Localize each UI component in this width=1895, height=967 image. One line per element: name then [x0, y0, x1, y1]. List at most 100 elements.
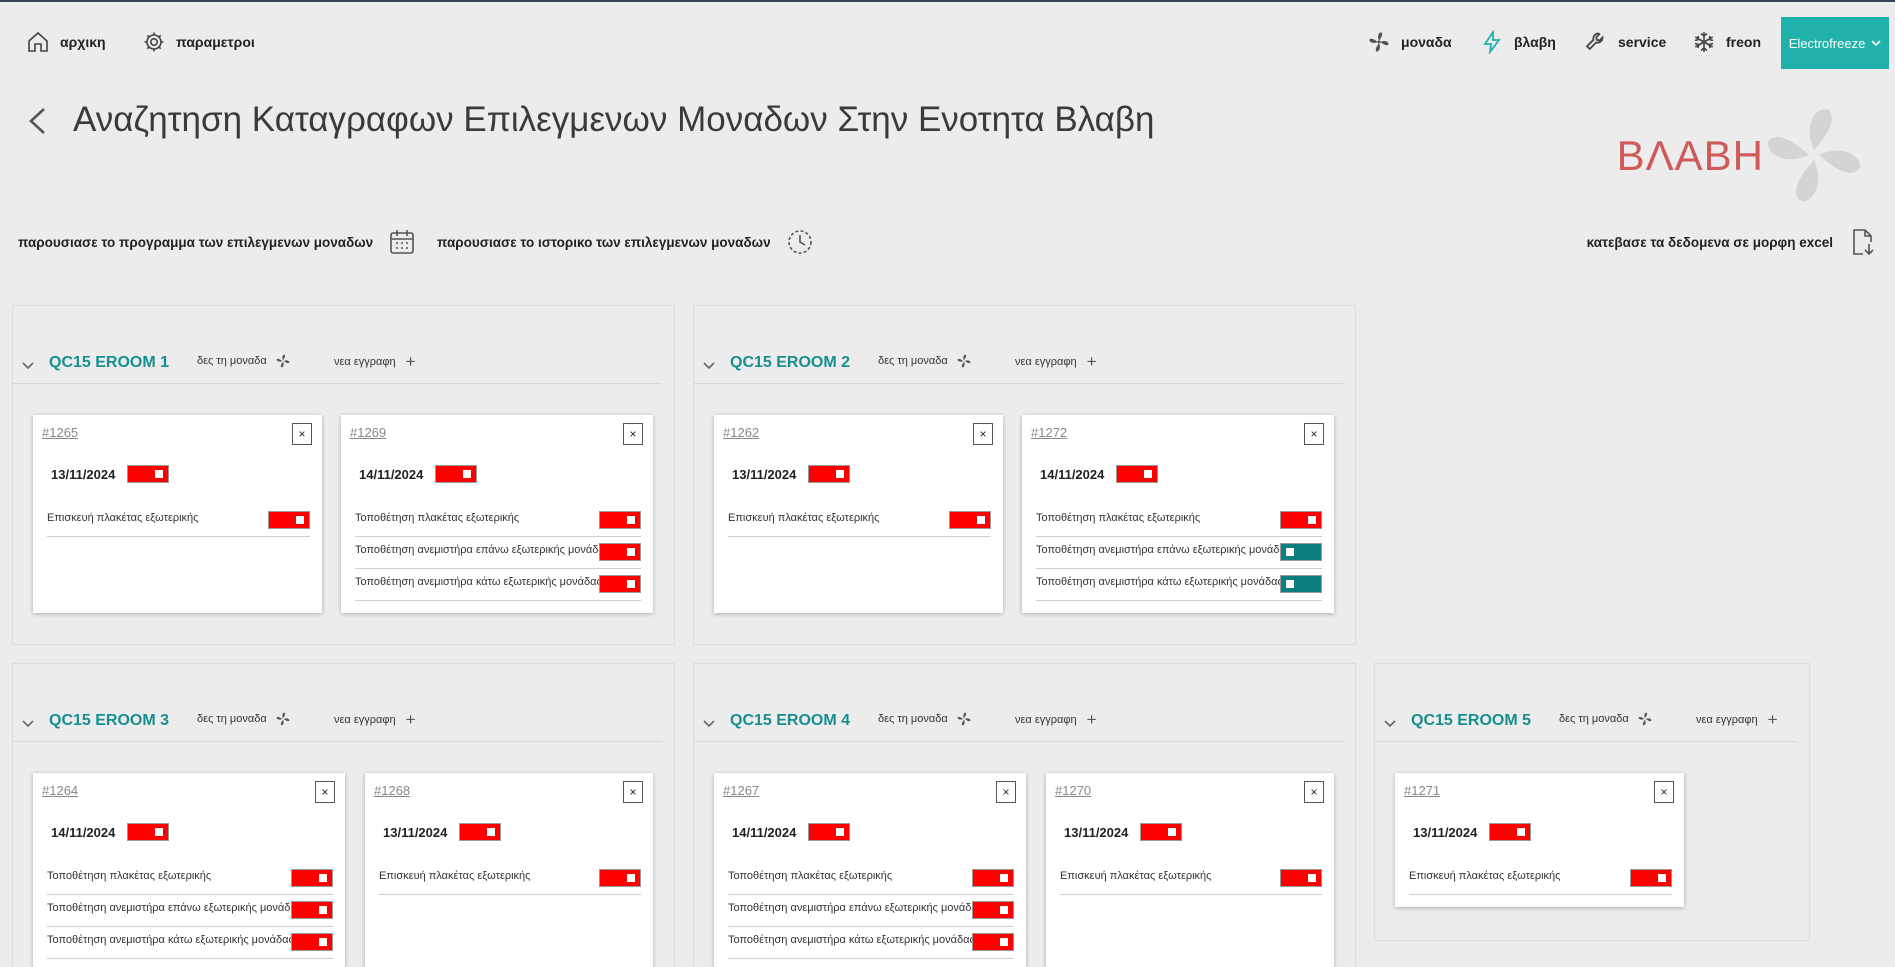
task-toggle[interactable]	[949, 511, 991, 529]
close-record-button[interactable]: ×	[1654, 781, 1674, 803]
nav-freon[interactable]: freon	[1692, 28, 1761, 56]
record-status-toggle[interactable]	[127, 465, 169, 483]
task-toggle[interactable]	[1280, 869, 1322, 887]
unit-name[interactable]: QC15 EROOM 2	[730, 354, 850, 372]
record-id-link[interactable]: #1272	[1031, 425, 1067, 440]
unit-name[interactable]: QC15 EROOM 4	[730, 712, 850, 730]
task-row: Επισκευή πλακέτας εξωτερικής	[1409, 863, 1672, 895]
new-entry-button[interactable]: νεα εγγραφη +	[1015, 711, 1097, 728]
task-toggle[interactable]	[291, 869, 333, 887]
new-entry-button[interactable]: νεα εγγραφη +	[334, 353, 416, 370]
show-schedule-button[interactable]: παρουσιασε το προγραμμα των επιλεγμενων …	[18, 224, 417, 260]
task-toggle[interactable]	[1280, 543, 1322, 561]
unit-name[interactable]: QC15 EROOM 1	[49, 354, 169, 372]
record-date: 13/11/2024	[51, 467, 116, 482]
record-card: #1268 × 13/11/2024 Επισκευή πλακέτας εξωτερ…	[365, 773, 653, 967]
nav-service-label: service	[1618, 34, 1667, 50]
snowflake-icon	[1694, 32, 1714, 52]
task-toggle[interactable]	[1280, 511, 1322, 529]
chevron-down-icon[interactable]	[21, 716, 35, 730]
close-record-button[interactable]: ×	[292, 423, 312, 445]
record-id-link[interactable]: #1267	[723, 783, 759, 798]
task-row: Τοποθέτηση ανεμιστήρα επάνω εξωτερικής μ…	[728, 895, 1014, 927]
task-toggle[interactable]	[291, 933, 333, 951]
record-id-link[interactable]: #1270	[1055, 783, 1091, 798]
close-record-button[interactable]: ×	[315, 781, 335, 803]
see-unit-link[interactable]: δες τη μοναδα	[878, 353, 972, 369]
record-status-toggle[interactable]	[1140, 823, 1182, 841]
record-id-link[interactable]: #1271	[1404, 783, 1440, 798]
record-status-toggle[interactable]	[127, 823, 169, 841]
task-toggle[interactable]	[268, 511, 310, 529]
task-toggle[interactable]	[972, 933, 1014, 951]
see-unit-label: δες τη μοναδα	[1559, 713, 1629, 725]
close-record-button[interactable]: ×	[996, 781, 1016, 803]
see-unit-link[interactable]: δες τη μοναδα	[1559, 711, 1653, 727]
close-record-button[interactable]: ×	[1304, 423, 1324, 445]
record-id-link[interactable]: #1264	[42, 783, 78, 798]
download-excel-button[interactable]: κατεβασε τα δεδομενα σε μορφη excel	[1587, 224, 1877, 260]
record-card: #1270 × 13/11/2024 Επισκευή πλακέτας εξωτερ…	[1046, 773, 1334, 967]
fan-icon	[276, 354, 290, 368]
record-id-link[interactable]: #1262	[723, 425, 759, 440]
record-status-toggle[interactable]	[808, 465, 850, 483]
task-toggle[interactable]	[972, 869, 1014, 887]
task-toggle[interactable]	[1280, 575, 1322, 593]
record-card: #1272 × 14/11/2024 Τοποθέτηση πλακέτας εξωτ…	[1022, 415, 1334, 613]
back-arrow-icon[interactable]	[24, 106, 50, 136]
task-row: Τοποθέτηση ανεμιστήρα κάτω εξωτερικής μο…	[728, 927, 1014, 959]
record-status-toggle[interactable]	[1116, 465, 1158, 483]
close-record-button[interactable]: ×	[623, 423, 643, 445]
unit-panel: QC15 EROOM 5 δες τη μοναδα νεα εγγραφη + #12…	[1374, 663, 1810, 941]
new-entry-label: νεα εγγραφη	[1015, 355, 1077, 368]
new-entry-button[interactable]: νεα εγγραφη +	[1696, 711, 1778, 728]
record-status-toggle[interactable]	[1489, 823, 1531, 841]
see-unit-link[interactable]: δες τη μοναδα	[197, 711, 291, 727]
close-record-button[interactable]: ×	[1304, 781, 1324, 803]
see-unit-link[interactable]: δες τη μοναδα	[878, 711, 972, 727]
task-toggle[interactable]	[599, 869, 641, 887]
close-record-button[interactable]: ×	[623, 781, 643, 803]
record-id-link[interactable]: #1268	[374, 783, 410, 798]
chevron-down-icon[interactable]	[702, 716, 716, 730]
new-entry-button[interactable]: νεα εγγραφη +	[334, 711, 416, 728]
task-toggle[interactable]	[599, 543, 641, 561]
task-toggle[interactable]	[599, 575, 641, 593]
new-entry-label: νεα εγγραφη	[334, 713, 396, 726]
nav-home[interactable]: αρχικη	[26, 28, 106, 56]
unit-panel-header: QC15 EROOM 3 δες τη μοναδα νεα εγγραφη +	[13, 704, 662, 742]
unit-name[interactable]: QC15 EROOM 3	[49, 712, 169, 730]
task-row: Τοποθέτηση πλακέτας εξωτερικής	[47, 863, 333, 895]
record-id-link[interactable]: #1265	[42, 425, 78, 440]
nav-settings[interactable]: παραμετροι	[142, 28, 255, 56]
see-unit-label: δες τη μοναδα	[878, 355, 948, 367]
record-card: #1262 × 13/11/2024 Επισκευή πλακέτας εξωτερ…	[714, 415, 1003, 613]
task-label: Τοποθέτηση ανεμιστήρα κάτω εξωτερικής μο…	[728, 934, 975, 946]
nav-fault[interactable]: βλαβη	[1480, 28, 1556, 56]
section-badge: ΒΛΑΒΗ	[1609, 100, 1869, 208]
record-id-link[interactable]: #1269	[350, 425, 386, 440]
task-toggle[interactable]	[599, 511, 641, 529]
task-toggle[interactable]	[1630, 869, 1672, 887]
unit-name[interactable]: QC15 EROOM 5	[1411, 712, 1531, 730]
record-date: 14/11/2024	[51, 825, 116, 840]
brand-select[interactable]: Electrofreeze	[1781, 17, 1889, 69]
record-status-toggle[interactable]	[459, 823, 501, 841]
close-record-button[interactable]: ×	[973, 423, 993, 445]
show-history-label: παρουσιασε το ιστορικο των επιλεγμενων μ…	[437, 234, 771, 250]
show-history-button[interactable]: παρουσιασε το ιστορικο των επιλεγμενων μ…	[437, 224, 815, 260]
chevron-down-icon[interactable]	[21, 358, 35, 372]
record-status-toggle[interactable]	[435, 465, 477, 483]
task-label: Τοποθέτηση ανεμιστήρα επάνω εξωτερικής μ…	[355, 544, 611, 556]
see-unit-label: δες τη μοναδα	[878, 713, 948, 725]
nav-unit[interactable]: μοναδα	[1367, 28, 1452, 56]
task-label: Επισκευή πλακέτας εξωτερικής	[1060, 870, 1212, 882]
nav-service[interactable]: service	[1584, 28, 1666, 56]
chevron-down-icon[interactable]	[702, 358, 716, 372]
new-entry-button[interactable]: νεα εγγραφη +	[1015, 353, 1097, 370]
see-unit-link[interactable]: δες τη μοναδα	[197, 353, 291, 369]
task-toggle[interactable]	[972, 901, 1014, 919]
record-status-toggle[interactable]	[808, 823, 850, 841]
chevron-down-icon[interactable]	[1383, 716, 1397, 730]
task-toggle[interactable]	[291, 901, 333, 919]
